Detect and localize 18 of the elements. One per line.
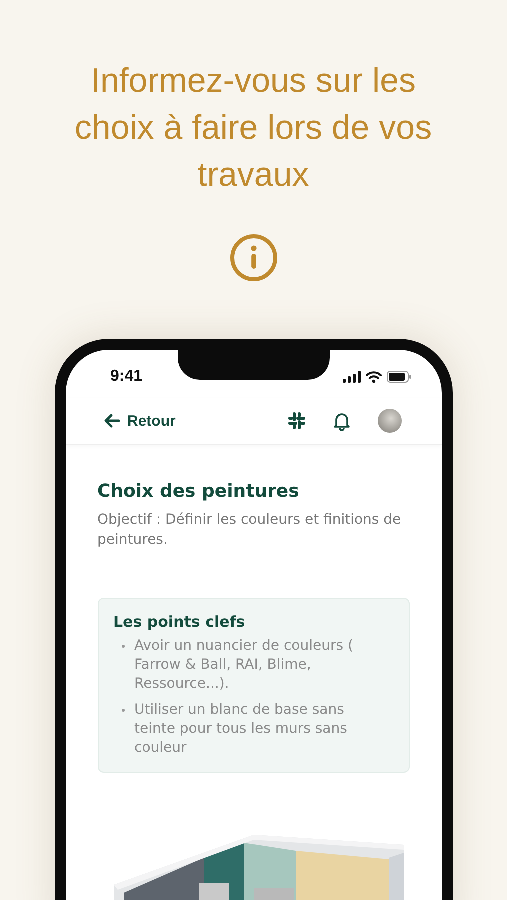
info-icon [228,233,278,283]
battery-icon [386,371,412,383]
hash-icon[interactable] [288,412,306,430]
status-time: 9:41 [110,368,143,386]
card-title: Les points clefs [114,613,246,631]
avatar[interactable] [378,409,402,433]
back-link[interactable]: Retour [104,412,176,430]
bullet-icon [122,645,124,648]
wifi-icon [366,371,382,383]
headline: Informez-vous sur les choix à faire lors de vos travaux [74,61,434,196]
key-point: Utiliser un blanc de base sans teinte pour tous les murs sans couleur [134,701,348,758]
back-arrow-icon [104,414,120,428]
key-point: Avoir un nuancier de couleurs ( Farrow & Ball, RAI, Blime, Ressource...). [134,637,354,694]
objective-text: Objectif : Définir les couleurs et finitions de peintures. [98,511,402,550]
bullet-icon [122,709,124,712]
signal-icon [342,371,360,383]
page-title: Choix des peintures [98,481,300,502]
bell-icon[interactable] [332,411,352,431]
